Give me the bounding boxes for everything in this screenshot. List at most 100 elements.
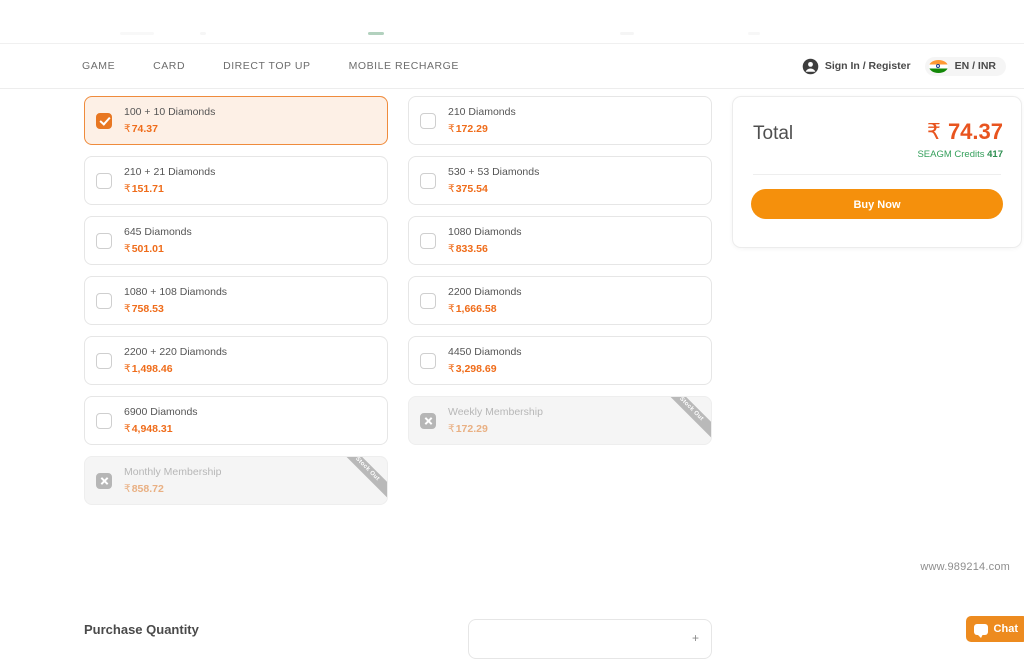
pack-name: 530 + 53 Diamonds <box>448 165 539 179</box>
rupee-symbol: ₹ <box>124 303 131 315</box>
pack-price: ₹858.72 <box>124 482 221 496</box>
pack-price: ₹1,666.58 <box>448 302 522 316</box>
pack-price-value: 1,666.58 <box>456 303 497 315</box>
pack-texts: 645 Diamonds ₹501.01 <box>124 225 192 255</box>
checkbox-icon[interactable] <box>420 173 436 189</box>
page-content: 100 + 10 Diamonds ₹74.37 210 + 21 Diamon… <box>0 89 1024 576</box>
checkbox-icon[interactable] <box>420 233 436 249</box>
rupee-symbol: ₹ <box>124 123 131 135</box>
nav-item-mobile-recharge[interactable]: MOBILE RECHARGE <box>349 60 459 72</box>
checkbox-disabled-cross-icon <box>96 473 112 489</box>
pack-texts: Monthly Membership ₹858.72 <box>124 465 221 495</box>
pack-option[interactable]: 6900 Diamonds ₹4,948.31 <box>84 396 388 445</box>
pack-column-left: 100 + 10 Diamonds ₹74.37 210 + 21 Diamon… <box>84 96 388 516</box>
pack-texts: 4450 Diamonds ₹3,298.69 <box>448 345 522 375</box>
rupee-symbol: ₹ <box>448 423 455 435</box>
checkbox-icon[interactable] <box>420 113 436 129</box>
pack-price: ₹1,498.46 <box>124 362 227 376</box>
pack-price-value: 501.01 <box>132 243 164 255</box>
buy-now-button[interactable]: Buy Now <box>751 189 1003 219</box>
checkbox-icon[interactable] <box>96 233 112 249</box>
pack-texts: 2200 Diamonds ₹1,666.58 <box>448 285 522 315</box>
rupee-symbol: ₹ <box>124 363 131 375</box>
pack-price-value: 4,948.31 <box>132 423 173 435</box>
checkbox-icon[interactable] <box>420 353 436 369</box>
purchase-quantity-stepper[interactable]: + <box>468 619 712 659</box>
checkbox-icon[interactable] <box>96 173 112 189</box>
pack-price: ₹172.29 <box>448 122 516 136</box>
nav-item-direct-top-up[interactable]: DIRECT TOP UP <box>223 60 310 72</box>
pack-texts: 6900 Diamonds ₹4,948.31 <box>124 405 198 435</box>
pack-column-right: 210 Diamonds ₹172.29 530 + 53 Diamonds ₹… <box>408 96 712 456</box>
user-account-icon <box>802 58 819 75</box>
pack-price: ₹833.56 <box>448 242 522 256</box>
rupee-symbol: ₹ <box>448 243 455 255</box>
total-amount-value: 74.37 <box>948 119 1003 144</box>
stock-out-ribbon: Stock Out <box>652 396 712 445</box>
rupee-symbol: ₹ <box>927 120 941 145</box>
checkbox-icon[interactable] <box>96 413 112 429</box>
pack-price: ₹501.01 <box>124 242 192 256</box>
pack-price-value: 1,498.46 <box>132 363 173 375</box>
pack-price-value: 758.53 <box>132 303 164 315</box>
pack-option[interactable]: 4450 Diamonds ₹3,298.69 <box>408 336 712 385</box>
checkbox-icon[interactable] <box>96 353 112 369</box>
pack-name: 1080 Diamonds <box>448 225 522 239</box>
cutoff-element-5 <box>748 32 760 35</box>
total-row: Total ₹ 74.37 <box>733 97 1021 145</box>
pack-option-out-of-stock: Monthly Membership ₹858.72 Stock Out <box>84 456 388 505</box>
checkbox-icon[interactable] <box>420 293 436 309</box>
pack-price: ₹151.71 <box>124 182 215 196</box>
pack-price-value: 3,298.69 <box>456 363 497 375</box>
pack-price-value: 172.29 <box>456 423 488 435</box>
pack-name: 2200 Diamonds <box>448 285 522 299</box>
pack-option[interactable]: 2200 Diamonds ₹1,666.58 <box>408 276 712 325</box>
nav-right-group: Sign In / Register EN / INR <box>802 57 1006 76</box>
sign-in-register-button[interactable]: Sign In / Register <box>802 58 911 75</box>
checkbox-checked-icon[interactable] <box>96 113 112 129</box>
pack-option[interactable]: 210 + 21 Diamonds ₹151.71 <box>84 156 388 205</box>
language-currency-label: EN / INR <box>955 60 996 72</box>
diamond-pack-grid: 100 + 10 Diamonds ₹74.37 210 + 21 Diamon… <box>84 96 712 516</box>
stock-out-ribbon: Stock Out <box>328 456 388 505</box>
pack-price: ₹172.29 <box>448 422 543 436</box>
pack-name: 210 + 21 Diamonds <box>124 165 215 179</box>
pack-texts: 1080 Diamonds ₹833.56 <box>448 225 522 255</box>
watermark: www.989214.com <box>920 561 1010 573</box>
nav-item-game[interactable]: GAME <box>82 60 115 72</box>
pack-option[interactable]: 210 Diamonds ₹172.29 <box>408 96 712 145</box>
quantity-increment-icon[interactable]: + <box>692 631 699 645</box>
cutoff-element-3 <box>368 32 384 35</box>
checkbox-disabled-cross-icon <box>420 413 436 429</box>
pack-name: 645 Diamonds <box>124 225 192 239</box>
pack-option[interactable]: 530 + 53 Diamonds ₹375.54 <box>408 156 712 205</box>
pack-option-out-of-stock: Weekly Membership ₹172.29 Stock Out <box>408 396 712 445</box>
pack-option[interactable]: 100 + 10 Diamonds ₹74.37 <box>84 96 388 145</box>
seagm-credits-label: SEAGM Credits <box>917 149 984 160</box>
rupee-symbol: ₹ <box>448 303 455 315</box>
pack-name: 2200 + 220 Diamonds <box>124 345 227 359</box>
chat-label: Chat <box>994 623 1018 635</box>
pack-price-value: 151.71 <box>132 183 164 195</box>
checkbox-icon[interactable] <box>96 293 112 309</box>
nav-item-card[interactable]: CARD <box>153 60 185 72</box>
pack-option[interactable]: 645 Diamonds ₹501.01 <box>84 216 388 265</box>
cutoff-element-2 <box>200 32 206 35</box>
pack-price: ₹4,948.31 <box>124 422 198 436</box>
rupee-symbol: ₹ <box>124 423 131 435</box>
divider <box>753 174 1001 175</box>
pack-name: 100 + 10 Diamonds <box>124 105 215 119</box>
language-currency-selector[interactable]: EN / INR <box>925 57 1006 76</box>
pack-name: 4450 Diamonds <box>448 345 522 359</box>
pack-price-value: 858.72 <box>132 483 164 495</box>
chat-widget-button[interactable]: Chat <box>966 616 1024 642</box>
sign-in-label: Sign In / Register <box>825 60 911 72</box>
chat-bubble-icon <box>974 624 988 635</box>
main-navbar: GAME CARD DIRECT TOP UP MOBILE RECHARGE … <box>0 43 1024 89</box>
pack-option[interactable]: 1080 Diamonds ₹833.56 <box>408 216 712 265</box>
pack-option[interactable]: 2200 + 220 Diamonds ₹1,498.46 <box>84 336 388 385</box>
pack-texts: 530 + 53 Diamonds ₹375.54 <box>448 165 539 195</box>
pack-texts: 210 Diamonds ₹172.29 <box>448 105 516 135</box>
total-label: Total <box>753 123 793 145</box>
pack-option[interactable]: 1080 + 108 Diamonds ₹758.53 <box>84 276 388 325</box>
